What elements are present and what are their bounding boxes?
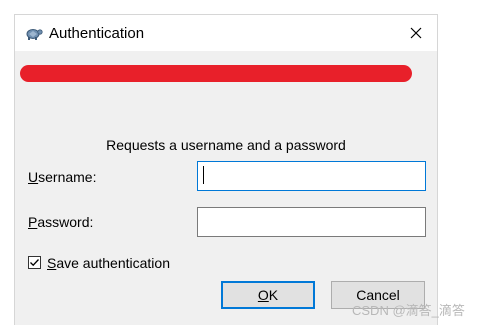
title-bar: Authentication	[15, 15, 437, 51]
redaction-mark	[20, 65, 412, 82]
password-label: Password:	[28, 214, 94, 230]
password-input[interactable]	[197, 207, 426, 237]
text-caret	[203, 166, 204, 184]
check-icon	[30, 259, 39, 267]
close-icon	[410, 27, 422, 39]
watermark: CSDN @滴答_滴答	[352, 303, 465, 318]
username-input[interactable]	[197, 161, 426, 191]
turtle-icon	[25, 25, 43, 41]
window-title: Authentication	[49, 25, 145, 42]
authentication-dialog: Authentication Requests a username and a…	[14, 14, 438, 325]
close-button[interactable]	[401, 19, 431, 47]
prompt-text: Requests a username and a password	[106, 137, 346, 153]
save-authentication-label: Save authentication	[47, 255, 170, 271]
username-label: Username:	[28, 169, 97, 185]
ok-button[interactable]: OK	[221, 281, 315, 309]
checkbox-box[interactable]	[28, 256, 41, 269]
